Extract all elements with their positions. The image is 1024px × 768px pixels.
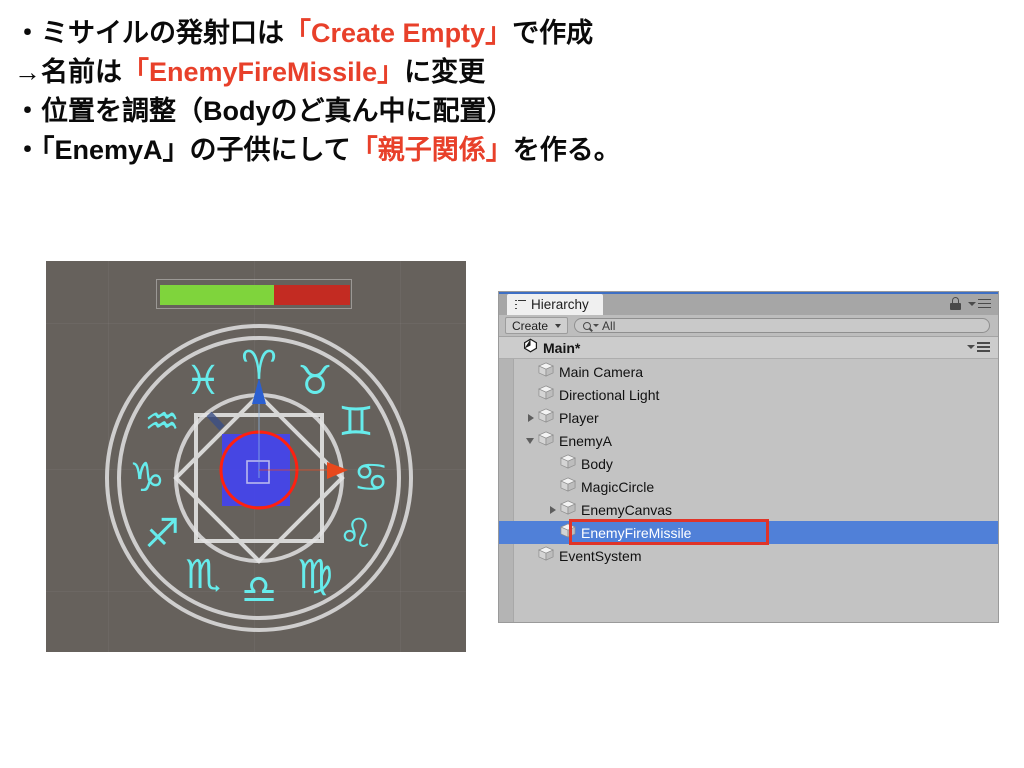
hierarchy-row[interactable]: Directional Light: [499, 383, 998, 406]
hierarchy-row-selected[interactable]: EnemyFireMissile: [499, 519, 998, 545]
zodiac-symbol: ♍: [297, 552, 333, 598]
zodiac-symbol: ♐: [144, 511, 180, 557]
gameobject-cube-icon: [560, 453, 576, 474]
unity-hierarchy-panel[interactable]: Hierarchy Create All Main* Main Camera D…: [499, 292, 998, 622]
note-text: ・「EnemyA」の子供にして: [14, 134, 351, 165]
hierarchy-row[interactable]: MagicCircle: [499, 475, 998, 498]
gameobject-cube-icon: [560, 476, 576, 497]
expand-placeholder: [525, 389, 537, 401]
hierarchy-row-label: MagicCircle: [581, 478, 655, 495]
create-button-label: Create: [512, 318, 549, 333]
hierarchy-row[interactable]: Main Camera: [499, 360, 998, 383]
zodiac-symbol: ♋: [353, 455, 389, 501]
expand-placeholder: [525, 366, 537, 378]
list-icon: [515, 299, 526, 310]
tab-hierarchy-label: Hierarchy: [531, 297, 589, 312]
notes-block: ・ミサイルの発射口は「Create Empty」で作成 →名前は「EnemyFir…: [14, 14, 1014, 170]
note-line: ・「EnemyA」の子供にして「親子関係」を作る。: [14, 131, 1014, 170]
hierarchy-row-label: Directional Light: [559, 386, 660, 403]
scene-name-label: Main*: [543, 339, 581, 356]
unity-logo-icon: [523, 338, 538, 358]
gameobject-cube-icon: [538, 384, 554, 405]
note-text: ・位置を調整（Bodyのど真ん中に配置）: [14, 95, 514, 126]
note-highlight: 「Create Empty」: [284, 18, 513, 48]
note-line: ・位置を調整（Bodyのど真ん中に配置）: [14, 92, 1014, 131]
zodiac-symbol: ♉: [297, 358, 333, 404]
gameobject-cube-icon: [538, 407, 554, 428]
zodiac-symbol: ♏: [185, 552, 221, 598]
hierarchy-toolbar: Create All: [499, 315, 998, 337]
panel-titlebar: Hierarchy: [499, 292, 998, 315]
panel-menu-icon[interactable]: [968, 298, 991, 309]
zodiac-symbol: ♑: [129, 455, 165, 501]
hierarchy-row-label: EnemyFireMissile: [581, 524, 692, 541]
unity-scene-view[interactable]: ♈ ♉ ♊ ♋ ♌ ♍ ♎ ♏ ♐ ♑ ♒ ♓: [46, 261, 466, 652]
hierarchy-row[interactable]: Player: [499, 406, 998, 429]
hierarchy-row-label: Main Camera: [559, 363, 644, 380]
hierarchy-row-label: EnemyCanvas: [581, 501, 673, 518]
search-icon: [583, 321, 592, 330]
hierarchy-row-label: Player: [559, 409, 599, 426]
enemy-health-bar: [156, 279, 352, 309]
note-text: で作成: [512, 18, 594, 48]
zodiac-symbol: ♈: [241, 343, 277, 389]
gameobject-cube-icon: [538, 545, 554, 566]
hierarchy-row[interactable]: Body: [499, 452, 998, 475]
zodiac-symbol: ♒: [144, 399, 180, 445]
note-text: →名前は: [14, 56, 122, 87]
zodiac-symbol: ♌: [338, 511, 374, 557]
slide-root: ・ミサイルの発射口は「Create Empty」で作成 →名前は「EnemyFir…: [0, 0, 1024, 768]
note-line: →名前は「EnemyFireMissile」に変更: [14, 53, 1014, 92]
search-filter-chevron-icon[interactable]: [593, 324, 600, 327]
hierarchy-row-label: EnemyA: [559, 432, 612, 449]
expand-placeholder: [547, 481, 559, 493]
hierarchy-row-label: EventSystem: [559, 547, 642, 564]
expand-triangle-icon[interactable]: [525, 435, 537, 447]
gameobject-cube-icon: [538, 361, 554, 382]
hierarchy-tree[interactable]: Main Camera Directional Light Player EnemyA…: [499, 359, 998, 622]
gameobject-cube-icon: [560, 499, 576, 520]
note-highlight: 「EnemyFireMissile」: [122, 56, 405, 87]
lock-icon[interactable]: [950, 297, 961, 310]
tab-hierarchy[interactable]: Hierarchy: [507, 294, 603, 315]
hierarchy-row[interactable]: EnemyCanvas: [499, 498, 998, 521]
create-button[interactable]: Create: [505, 317, 569, 334]
expand-placeholder: [547, 458, 559, 470]
scene-row-menu-icon[interactable]: [967, 342, 990, 352]
search-input[interactable]: All: [574, 318, 990, 333]
expand-placeholder: [547, 527, 559, 539]
note-line: ・ミサイルの発射口は「Create Empty」で作成: [14, 14, 1014, 53]
hierarchy-row[interactable]: EnemyA: [499, 429, 998, 452]
zodiac-symbol: ♊: [338, 399, 374, 445]
note-text: に変更: [404, 56, 486, 87]
hierarchy-row-label: Body: [581, 455, 613, 472]
expand-placeholder: [525, 550, 537, 562]
hierarchy-row[interactable]: EventSystem: [499, 544, 998, 567]
gameobject-cube-icon: [538, 430, 554, 451]
search-value: All: [602, 318, 616, 333]
scene-root-row[interactable]: Main*: [499, 337, 998, 359]
health-bar-red-fill: [274, 285, 350, 305]
expand-triangle-icon[interactable]: [525, 412, 537, 424]
gizmo-right-arrow[interactable]: [327, 462, 348, 479]
expand-triangle-icon[interactable]: [547, 504, 559, 516]
chevron-down-icon: [555, 323, 562, 328]
zodiac-symbol: ♓: [185, 358, 221, 404]
zodiac-symbol: ♎: [241, 567, 277, 613]
magic-circle-graphic: ♈ ♉ ♊ ♋ ♌ ♍ ♎ ♏ ♐ ♑ ♒ ♓: [59, 318, 459, 638]
note-highlight: 「親子関係」: [350, 134, 513, 165]
note-text: ・ミサイルの発射口は: [14, 18, 284, 48]
note-text: を作る。: [512, 134, 621, 165]
gameobject-cube-icon: [560, 522, 576, 543]
health-bar-green-fill: [160, 285, 274, 305]
